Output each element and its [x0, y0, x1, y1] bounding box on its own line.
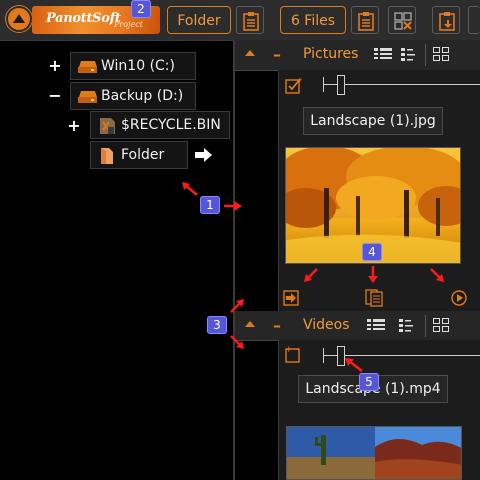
logo-subtext: Project — [114, 20, 143, 29]
tree-item-win10[interactable]: Win10 (C:) — [70, 52, 196, 80]
details-view-icon[interactable] — [374, 47, 392, 61]
videos-panel-header: – Videos — [235, 311, 480, 341]
list-view-icon[interactable] — [401, 47, 417, 61]
copy-files-icon[interactable] — [365, 289, 385, 307]
select-checkbox-icon[interactable]: + — [285, 76, 303, 94]
tree-item-label: $RECYCLE.BIN — [121, 117, 221, 133]
tree-item-label: Folder — [121, 147, 165, 163]
annotation-badge-3: 3 — [207, 316, 227, 334]
svg-text:+: + — [297, 76, 303, 84]
header-separator — [425, 315, 426, 337]
clipboard-arrow-icon — [439, 12, 455, 31]
clipboard-list-icon — [243, 12, 259, 31]
pictures-panel-header: – Pictures — [235, 40, 480, 71]
select-add-icon[interactable]: + — [285, 345, 303, 363]
play-circle-icon[interactable] — [451, 290, 467, 306]
tree-item-label: Win10 (C:) — [101, 58, 175, 74]
video-thumbnail[interactable] — [286, 426, 462, 480]
arrow-right-icon[interactable] — [194, 147, 214, 163]
annotation-badge-1: 1 — [200, 196, 220, 214]
minimize-icon[interactable]: – — [273, 316, 281, 335]
export-list-button[interactable] — [432, 6, 460, 34]
tree-item-recycle-bin[interactable]: $RECYCLE.BIN — [90, 111, 230, 139]
navigate-up-button[interactable] — [6, 6, 32, 32]
annotation-arrow-4c — [430, 268, 444, 282]
drive-icon — [78, 91, 97, 103]
header-separator — [425, 44, 426, 66]
tree-item-folder[interactable]: Folder — [90, 141, 188, 169]
thumbnail-size-slider[interactable] — [323, 84, 480, 85]
thumbnail-view-icon[interactable] — [433, 47, 449, 61]
grid-cross-icon — [394, 12, 412, 30]
toolbar-overflow[interactable] — [468, 6, 480, 34]
pane-divider[interactable] — [233, 40, 235, 480]
annotation-arrow-4a — [304, 268, 318, 282]
move-to-icon[interactable] — [283, 290, 299, 306]
files-count-button[interactable]: 6 Files — [280, 6, 346, 34]
thumbnail-view-icon[interactable] — [433, 318, 449, 332]
picture-filename: Landscape (1).jpg — [303, 107, 443, 135]
expand-toggle-win10[interactable]: + — [48, 56, 62, 75]
minimize-icon[interactable]: – — [273, 45, 281, 64]
annotation-arrow-1a — [182, 182, 198, 196]
recycle-bin-icon — [100, 118, 115, 134]
annotation-arrow-3b — [230, 335, 244, 349]
annotation-arrow-3a — [230, 299, 244, 313]
files-list-button[interactable] — [351, 6, 379, 34]
details-view-icon[interactable] — [367, 318, 385, 332]
desert-landscape-image — [287, 427, 461, 479]
annotation-arrow-1b — [224, 201, 242, 211]
slider-start-tick — [323, 348, 324, 363]
arrow-up-icon — [13, 14, 25, 23]
panel-title: Pictures — [303, 46, 359, 62]
list-view-icon[interactable] — [399, 318, 415, 332]
deselect-button[interactable] — [388, 6, 416, 34]
tree-item-backup[interactable]: Backup (D:) — [70, 82, 196, 110]
annotation-badge-4: 4 — [362, 243, 382, 261]
folder-list-button[interactable] — [236, 6, 264, 34]
folder-button[interactable]: Folder — [167, 6, 231, 34]
svg-text:+: + — [285, 345, 293, 355]
logo-text: PanottSoft — [46, 11, 121, 26]
expand-toggle-recycle-bin[interactable]: + — [67, 116, 81, 135]
collapse-toggle-backup[interactable]: − — [48, 86, 62, 105]
slider-thumb[interactable] — [337, 75, 345, 95]
tree-item-label: Backup (D:) — [101, 88, 184, 104]
slider-start-tick — [323, 77, 324, 92]
annotation-arrow-5 — [345, 358, 363, 372]
panel-title: Videos — [303, 317, 350, 333]
annotation-badge-2: 2 — [131, 0, 151, 18]
folder-icon — [101, 148, 113, 164]
annotation-badge-5: 5 — [359, 373, 379, 391]
collapse-up-icon[interactable] — [243, 318, 257, 330]
clipboard-list-icon — [358, 12, 374, 31]
collapse-up-icon[interactable] — [243, 47, 257, 59]
annotation-arrow-4b — [368, 266, 378, 283]
top-toolbar: PanottSoft Project Folder 6 Files — [0, 0, 480, 41]
drive-icon — [78, 61, 97, 73]
